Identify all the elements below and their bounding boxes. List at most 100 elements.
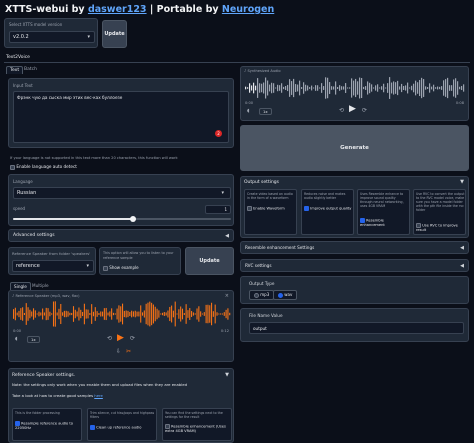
- page-header: XTTS-webui by daswer123 | Portable by Ne…: [5, 4, 275, 15]
- output-type-panel: Output Type mp3 wav: [240, 276, 469, 304]
- rvc-option: Use RVC to convert the output to the RVC…: [413, 189, 466, 235]
- waveform-bar: [138, 311, 140, 317]
- autodetect-checkbox[interactable]: Enable language auto detect: [10, 164, 77, 170]
- reference-audio-label: ♪ Reference Speaker (mp3, wav, flac): [12, 294, 80, 298]
- download-icon[interactable]: ⇩: [116, 348, 121, 355]
- waveform-checkbox[interactable]: Enable Waveform: [247, 206, 296, 211]
- tab-single[interactable]: Single: [10, 282, 31, 290]
- language-select[interactable]: Russian ▾: [13, 187, 231, 199]
- model-version-panel: Select XTTS model version v2.0.2 ▾: [4, 18, 98, 48]
- waveform-bar: [383, 83, 385, 93]
- author-link[interactable]: daswer123: [88, 4, 147, 15]
- input-text-area[interactable]: Фрэнк чую да сыска мир этих вес-ках булл…: [13, 91, 229, 143]
- waveform-bar: [331, 86, 333, 90]
- synthesized-audio-label: ♪ Synthesized Audio: [244, 69, 281, 73]
- waveform-bar: [319, 87, 321, 89]
- output-type-label: Output Type: [249, 281, 275, 286]
- rewind-icon[interactable]: ⟲: [339, 107, 344, 114]
- speed-number-input[interactable]: 1: [205, 205, 231, 214]
- waveform-bar: [167, 310, 169, 318]
- waveform-bar: [325, 77, 327, 99]
- waveform-bar: [451, 85, 453, 91]
- guide-link[interactable]: here: [94, 393, 103, 398]
- reference-update-button[interactable]: Update: [185, 247, 234, 275]
- resample-checkbox[interactable]: Resample reference audio to 22050Hz: [15, 421, 81, 431]
- waveform-bar: [421, 77, 423, 99]
- waveform-bar: [96, 311, 98, 317]
- caret-down-icon[interactable]: ▼: [225, 372, 229, 378]
- show-example-checkbox[interactable]: Show example: [103, 265, 139, 271]
- waveform-bar: [417, 82, 419, 94]
- model-update-button[interactable]: Update: [102, 20, 127, 48]
- waveform-bar: [381, 86, 383, 90]
- waveform-bar: [229, 312, 231, 316]
- speed-slider-track[interactable]: [13, 216, 231, 222]
- resemble-settings-accordion[interactable]: Resemble enhancement Settings ◀: [240, 241, 469, 254]
- rvc-settings-accordion[interactable]: RVC settings ◀: [240, 259, 469, 272]
- caret-left-icon: ◀: [225, 233, 229, 239]
- tab-multiple[interactable]: Multiple: [32, 283, 49, 288]
- waveform-bar: [122, 303, 124, 325]
- tab-text[interactable]: Text: [6, 66, 24, 74]
- waveform-bar: [34, 310, 36, 318]
- waveform-bar: [369, 82, 371, 94]
- author2-link[interactable]: Neurogen: [222, 4, 274, 15]
- chevron-down-icon: ▾: [86, 263, 89, 269]
- rewind-icon[interactable]: ⟲: [107, 335, 112, 342]
- clean-audio-checkbox[interactable]: Clean up reference audio: [90, 425, 156, 430]
- synth-speed-button[interactable]: 1x: [259, 108, 272, 115]
- waveform-bar: [71, 312, 73, 316]
- rvc-checkbox[interactable]: Use RVC to improve result: [416, 223, 465, 233]
- speed-slider-thumb[interactable]: [129, 216, 136, 222]
- volume-icon[interactable]: ◖: [247, 108, 250, 114]
- reference-speaker-select[interactable]: reference ▾: [12, 260, 94, 272]
- waveform-bar: [323, 86, 325, 90]
- waveform-bar: [379, 87, 381, 89]
- waveform-bar: [287, 84, 289, 92]
- caret-down-icon[interactable]: ▼: [460, 179, 464, 185]
- generate-button[interactable]: Generate: [240, 125, 469, 171]
- waveform-bar: [40, 312, 42, 316]
- synth-waveform[interactable]: [245, 76, 465, 100]
- waveform-bar: [67, 311, 69, 317]
- close-icon[interactable]: ×: [225, 293, 229, 299]
- waveform-bar: [221, 313, 224, 315]
- waveform-bar: [16, 312, 18, 316]
- radio-mp3[interactable]: mp3: [249, 290, 275, 300]
- file-name-input[interactable]: output: [249, 322, 464, 334]
- advanced-settings-accordion[interactable]: Advanced settings ◀: [8, 229, 234, 242]
- waveform-bar: [147, 302, 149, 326]
- model-version-select[interactable]: v2.0.2 ▾: [9, 31, 95, 43]
- improve-quality-checkbox[interactable]: Improve output quality: [304, 206, 353, 211]
- waveform-bar: [181, 308, 184, 320]
- waveform-bar: [134, 310, 136, 318]
- waveform-bar: [51, 313, 53, 315]
- waveform-bar: [399, 86, 401, 90]
- ref-speed-button[interactable]: 1x: [27, 336, 40, 343]
- forward-icon[interactable]: ⟳: [362, 107, 367, 114]
- tab-text2voice[interactable]: Text2Voice: [6, 55, 30, 60]
- play-icon[interactable]: ▶: [117, 333, 124, 343]
- waveform-bar: [329, 82, 331, 94]
- resemble-checkbox[interactable]: Resemble enhancement: [360, 218, 409, 228]
- play-icon[interactable]: ▶: [349, 104, 356, 114]
- volume-icon[interactable]: ◖: [15, 336, 18, 342]
- radio-wav[interactable]: wav: [273, 290, 298, 300]
- waveform-bar: [140, 305, 142, 323]
- waveform-bar: [189, 308, 191, 320]
- radio-selected-icon: [278, 292, 283, 298]
- forward-icon[interactable]: ⟳: [130, 335, 135, 342]
- waveform-bar: [257, 78, 259, 98]
- trim-icon[interactable]: ✂: [126, 348, 131, 355]
- checkbox-icon: [10, 164, 15, 170]
- waveform-bar: [297, 84, 299, 92]
- reference-waveform[interactable]: [13, 300, 231, 328]
- waveform-bar: [403, 86, 405, 90]
- ref-resemble-checkbox[interactable]: Resemble enhancement (Uses extra 4GB VRA…: [165, 424, 231, 434]
- waveform-bar: [365, 86, 367, 90]
- tab-batch[interactable]: Batch: [24, 67, 37, 72]
- waveform-bar: [83, 303, 85, 325]
- waveform-bar: [54, 301, 56, 327]
- waveform-bar: [223, 312, 225, 316]
- waveform-bar: [425, 86, 427, 90]
